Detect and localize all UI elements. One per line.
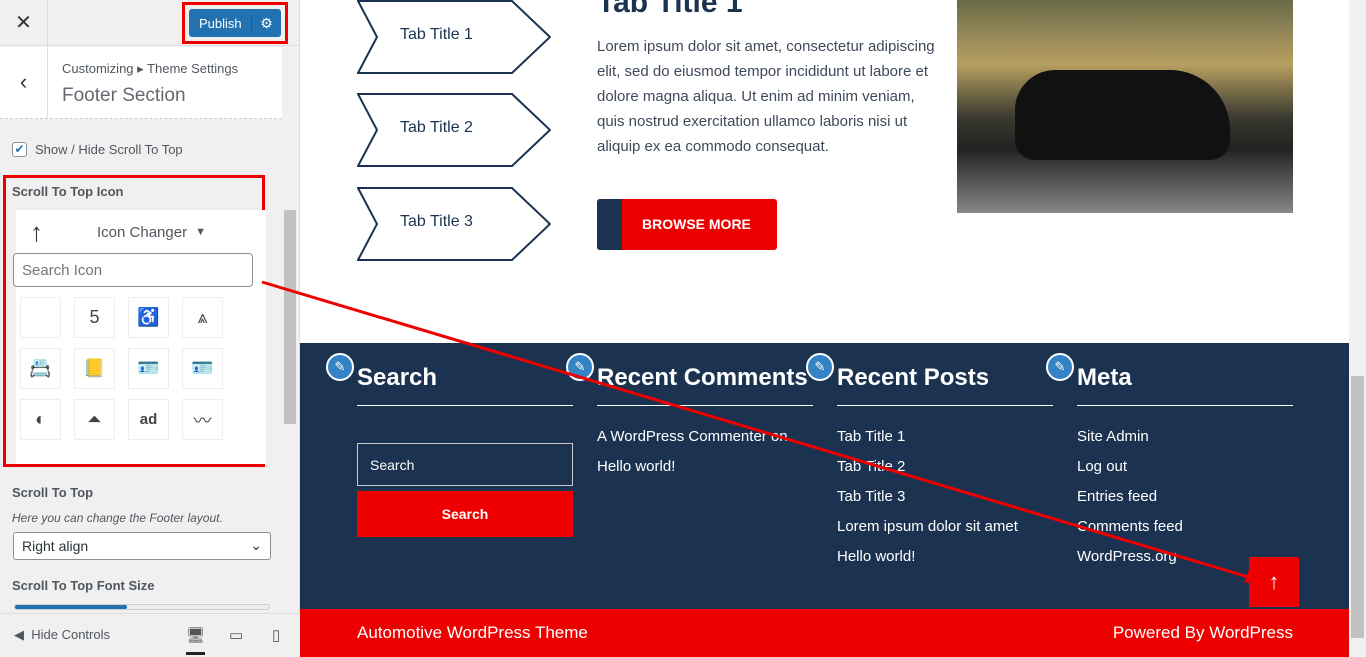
widget-title: Search: [357, 363, 573, 406]
icon-option-blank[interactable]: [20, 297, 61, 338]
tab-label: Tab Title 3: [400, 213, 473, 230]
site-footer: ✎ Search Search Search ✎ Recent Comments…: [300, 343, 1349, 609]
icon-label: Scroll To Top Icon: [12, 184, 124, 199]
post-link[interactable]: Lorem ipsum dolor sit amet: [837, 512, 1053, 542]
widget-title: Recent Posts: [837, 363, 1053, 406]
font-size-slider[interactable]: [14, 604, 270, 610]
mobile-preview-icon[interactable]: ▯: [272, 626, 280, 644]
edit-pencil-icon[interactable]: ✎: [566, 353, 594, 381]
widget-title: Recent Comments: [597, 363, 813, 406]
tab-title-3[interactable]: Tab Title 3: [356, 187, 552, 261]
footer-comments-widget: ✎ Recent Comments A WordPress Commenter …: [566, 353, 813, 482]
edit-pencil-icon[interactable]: ✎: [1046, 353, 1074, 381]
copyright-bar: Automotive WordPress Theme Powered By Wo…: [300, 609, 1349, 657]
tab-title-2[interactable]: Tab Title 2: [356, 93, 552, 167]
comment-link[interactable]: A WordPress Commenter on Hello world!: [597, 422, 813, 482]
slider-fill: [15, 605, 127, 609]
icon-option-address-card[interactable]: 🪪: [128, 348, 169, 389]
site-preview: Tab Title 1 Tab Title 2 Tab Title 3 Tab …: [300, 0, 1366, 657]
widget-title: Meta: [1077, 363, 1293, 406]
checkbox-icon[interactable]: ✔: [12, 142, 27, 157]
hide-controls-button[interactable]: ◀ Hide Controls: [14, 627, 110, 643]
scroll-to-top-button[interactable]: ↑: [1249, 557, 1299, 607]
browse-label: BROWSE MORE: [642, 216, 751, 232]
car-image: [957, 0, 1293, 213]
meta-link[interactable]: Entries feed: [1077, 482, 1293, 512]
footer-search-button[interactable]: Search: [357, 491, 573, 537]
icon-option-address-book-outline[interactable]: 📒: [74, 348, 115, 389]
show-hide-scroll-checkbox[interactable]: ✔ Show / Hide Scroll To Top: [12, 142, 183, 157]
post-link[interactable]: Tab Title 3: [837, 482, 1053, 512]
footer-meta-widget: ✎ Meta Site Admin Log out Entries feed C…: [1046, 353, 1293, 572]
icon-option-address-book[interactable]: 📇: [20, 348, 61, 389]
collapse-icon: ◀: [14, 627, 24, 642]
icon-changer[interactable]: ↑ Icon Changer ▼: [16, 210, 266, 254]
icon-option-adversal[interactable]: ⏶: [74, 399, 115, 440]
publish-label: Publish: [199, 15, 242, 31]
back-button[interactable]: ‹: [0, 47, 48, 119]
tab-label: Tab Title 2: [400, 119, 473, 136]
arrow-up-icon: ↑: [30, 216, 43, 247]
section-header: ‹ Customizing ▸ Theme Settings Footer Se…: [0, 47, 282, 119]
tab-label: Tab Title 1: [400, 26, 473, 43]
preview-scrollbar[interactable]: [1349, 0, 1366, 657]
sidebar-scrollbar[interactable]: [284, 210, 296, 424]
tab-content: Lorem ipsum dolor sit amet, consectetur …: [597, 38, 935, 155]
customizer-footer: ◀ Hide Controls 🖥 ▭ ▯: [0, 613, 300, 657]
alignment-select[interactable]: Right align ⌄: [13, 532, 271, 560]
icon-changer-label: Icon Changer: [97, 223, 188, 241]
checkbox-label: Show / Hide Scroll To Top: [35, 142, 183, 157]
publish-highlight: Publish ⚙: [182, 2, 288, 44]
tab-title-1[interactable]: Tab Title 1: [356, 0, 552, 74]
icon-option-ad[interactable]: ad: [128, 399, 169, 440]
hide-controls-label: Hide Controls: [31, 627, 110, 642]
footer-search-input[interactable]: Search: [357, 443, 573, 486]
breadcrumb: Customizing ▸ Theme Settings: [62, 61, 239, 76]
tab-heading: Tab Title 1: [597, 0, 743, 19]
chevron-down-icon: ▼: [195, 226, 206, 238]
icon-option-accusoft[interactable]: ⩓: [182, 297, 223, 338]
icon-search-input[interactable]: [13, 253, 253, 287]
browse-more-button[interactable]: BROWSE MORE: [597, 199, 777, 250]
edit-pencil-icon[interactable]: ✎: [326, 353, 354, 381]
customizer-topbar: ✕ Publish ⚙: [0, 0, 299, 46]
icon-option-address-card-outline[interactable]: 🪪: [182, 348, 223, 389]
icon-grid: 5 ♿ ⩓ 📇 📒 🪪 🪪 ◐ ⏶ ad 〰: [20, 297, 223, 440]
desktop-preview-icon[interactable]: 🖥: [186, 626, 206, 655]
post-link[interactable]: Hello world!: [837, 542, 1053, 572]
icon-option-accessible[interactable]: ♿: [128, 297, 169, 338]
chevron-down-icon: ⌄: [250, 537, 262, 553]
edit-pencil-icon[interactable]: ✎: [806, 353, 834, 381]
alignment-value: Right align: [22, 538, 89, 554]
section-title: Footer Section: [62, 85, 186, 106]
font-size-label: Scroll To Top Font Size: [12, 578, 155, 593]
footer-posts-widget: ✎ Recent Posts Tab Title 1 Tab Title 2 T…: [806, 353, 1053, 572]
meta-link[interactable]: Comments feed: [1077, 512, 1293, 542]
gear-icon[interactable]: ⚙: [251, 14, 281, 32]
close-button[interactable]: ✕: [0, 0, 48, 46]
scroll-to-top-description: Here you can change the Footer layout.: [12, 511, 223, 525]
post-link[interactable]: Tab Title 2: [837, 452, 1053, 482]
powered-by[interactable]: Powered By WordPress: [1113, 623, 1293, 643]
post-link[interactable]: Tab Title 1: [837, 422, 1053, 452]
tablet-preview-icon[interactable]: ▭: [229, 626, 243, 644]
icon-option-adjust[interactable]: ◐: [20, 399, 61, 440]
scroll-to-top-label: Scroll To Top: [12, 485, 94, 500]
footer-search-widget: ✎ Search Search Search: [326, 353, 573, 537]
meta-link[interactable]: Site Admin: [1077, 422, 1293, 452]
publish-button[interactable]: Publish ⚙: [189, 9, 281, 37]
customizer-sidebar: ✕ Publish ⚙ ‹ Customizing ▸ Theme Setting…: [0, 0, 300, 657]
icon-option-affiliatetheme[interactable]: 〰: [182, 399, 223, 440]
meta-link[interactable]: Log out: [1077, 452, 1293, 482]
icon-option-500px[interactable]: 5: [74, 297, 115, 338]
theme-credit[interactable]: Automotive WordPress Theme: [357, 623, 588, 643]
